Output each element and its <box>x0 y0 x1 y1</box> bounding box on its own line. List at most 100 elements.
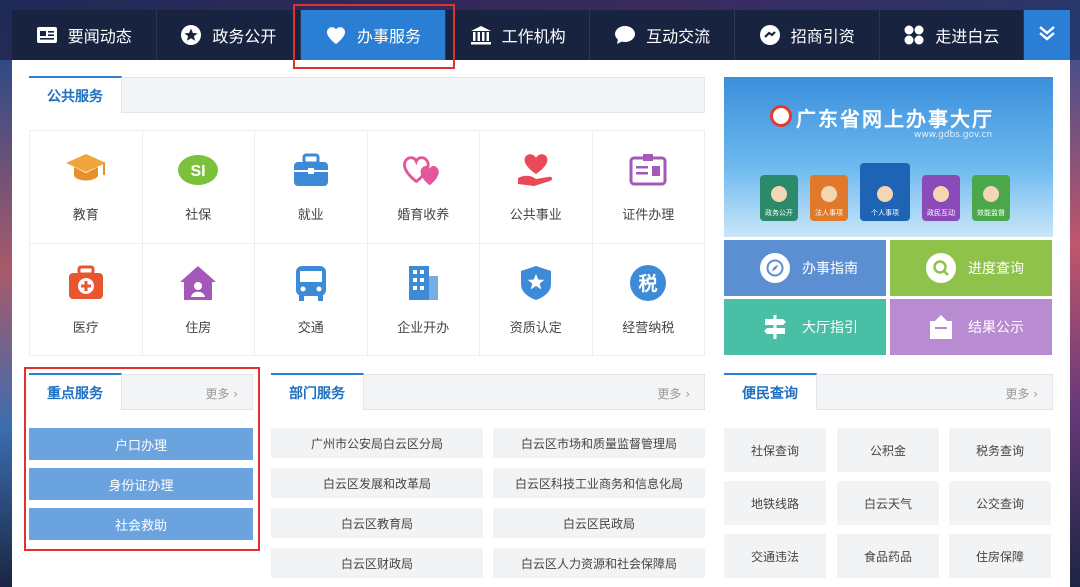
nav-item-investment[interactable]: 招商引资 <box>735 10 880 60</box>
service-public-utilities[interactable]: 公共事业 <box>480 131 593 244</box>
key-services-more-link[interactable]: 更多 › <box>205 385 238 402</box>
service-employment[interactable]: 就业 <box>255 131 368 244</box>
key-service-social-aid[interactable]: 社会救助 <box>29 508 253 540</box>
progress-query-button[interactable]: 进度查询 <box>890 240 1052 296</box>
dept-item[interactable]: 广州市公安局白云区分局 <box>271 428 483 458</box>
civil-query-item[interactable]: 公交查询 <box>949 481 1051 525</box>
service-label: 教育 <box>72 208 99 224</box>
svg-text:SI: SI <box>191 163 206 180</box>
service-transport[interactable]: 交通 <box>255 243 368 356</box>
medical-kit-icon <box>64 263 108 303</box>
nav-label: 工作机构 <box>501 27 566 46</box>
key-services-header: 重点服务 更多 › <box>29 373 253 410</box>
tab-civil-query[interactable]: 便民查询 <box>724 373 817 410</box>
public-services-grid: 教育 SI 社保 就业 婚育收养 公共事业 证件办理 医疗 住房 交通 企业开办… <box>29 130 705 356</box>
nav-expand-button[interactable] <box>1024 10 1071 60</box>
person-icon <box>983 186 999 202</box>
banner-tile-personal[interactable]: 个人事项 <box>860 163 910 221</box>
graduation-cap-icon <box>64 150 108 190</box>
star-icon <box>180 24 202 46</box>
hand-heart-icon <box>514 150 558 190</box>
tax-icon: 税 <box>626 263 670 303</box>
nav-item-interaction[interactable]: 互动交流 <box>590 10 735 60</box>
dept-item[interactable]: 白云区发展和改革局 <box>271 468 483 498</box>
nav-item-gov-affairs[interactable]: 政务公开 <box>157 10 302 60</box>
gdbs-banner[interactable]: 广东省网上办事大厅 www.gdbs.gov.cn 政务公开 法人事项 个人事项… <box>724 77 1053 237</box>
signpost-icon <box>760 312 790 342</box>
civil-query-item[interactable]: 社保查询 <box>724 428 826 472</box>
civil-query-item[interactable]: 交通违法 <box>724 534 826 578</box>
heart-icon <box>325 24 347 46</box>
nav-item-services[interactable]: 办事服务 <box>301 10 446 60</box>
civil-query-item[interactable]: 白云天气 <box>837 481 939 525</box>
hall-guide-button[interactable]: 大厅指引 <box>724 299 886 355</box>
service-business-setup[interactable]: 企业开办 <box>367 243 480 356</box>
gdbs-logo-icon <box>770 105 792 127</box>
civil-query-item[interactable]: 公积金 <box>837 428 939 472</box>
dept-item[interactable]: 白云区财政局 <box>271 548 483 578</box>
result-notice-button-label: 结果公示 <box>968 320 1024 336</box>
shop-icon <box>926 312 956 342</box>
service-label: 公共事业 <box>509 208 562 224</box>
service-social-security[interactable]: SI 社保 <box>142 131 255 244</box>
guide-button-label: 办事指南 <box>802 261 858 277</box>
dept-services-more-link[interactable]: 更多 › <box>657 385 690 402</box>
social-security-icon: SI <box>176 150 220 190</box>
chevron-double-down-icon <box>1038 25 1056 45</box>
banner-tiles: 政务公开 法人事项 个人事项 政民互动 效能监督 <box>760 163 1010 221</box>
dept-services-header: 部门服务 更多 › <box>271 373 705 410</box>
dept-item[interactable]: 白云区科技工业商务和信息化局 <box>493 468 705 498</box>
service-education[interactable]: 教育 <box>30 131 143 244</box>
banner-tile-gov-affairs[interactable]: 政务公开 <box>760 175 798 221</box>
banner-tile-supervision[interactable]: 效能监督 <box>972 175 1010 221</box>
nav-label: 招商引资 <box>790 27 855 46</box>
background-left-edge <box>0 60 12 587</box>
service-label: 住房 <box>185 320 212 336</box>
office-building-icon <box>401 263 445 303</box>
civil-query-header: 便民查询 更多 › <box>724 373 1053 410</box>
dept-item[interactable]: 白云区民政局 <box>493 508 705 538</box>
tab-dept-services[interactable]: 部门服务 <box>271 373 364 410</box>
building-icon <box>470 24 492 46</box>
id-card-icon <box>626 150 670 190</box>
nav-label: 政务公开 <box>212 27 277 46</box>
tab-key-services[interactable]: 重点服务 <box>29 373 122 410</box>
hearts-icon <box>401 150 445 190</box>
nav-item-agencies[interactable]: 工作机构 <box>446 10 591 60</box>
service-label: 交通 <box>297 320 324 336</box>
service-certificates[interactable]: 证件办理 <box>592 131 705 244</box>
service-tax[interactable]: 税 经营纳税 <box>592 243 705 356</box>
main-panel: 公共服务 教育 SI 社保 就业 婚育收养 公共事业 证件办理 医疗 住房 交通… <box>12 60 1070 587</box>
hall-guide-button-label: 大厅指引 <box>802 320 858 336</box>
nav-label: 要闻动态 <box>67 27 132 46</box>
compass-icon <box>760 253 790 283</box>
dept-item[interactable]: 白云区市场和质量监督管理局 <box>493 428 705 458</box>
dept-item[interactable]: 白云区人力资源和社会保障局 <box>493 548 705 578</box>
banner-tile-legal-person[interactable]: 法人事项 <box>810 175 848 221</box>
briefcase-icon <box>289 150 333 190</box>
result-notice-button[interactable]: 结果公示 <box>890 299 1052 355</box>
nav-item-about-baiyun[interactable]: 走进白云 <box>880 10 1025 60</box>
civil-query-item[interactable]: 食品药品 <box>837 534 939 578</box>
service-qualification[interactable]: 资质认定 <box>480 243 593 356</box>
dept-item[interactable]: 白云区教育局 <box>271 508 483 538</box>
service-housing[interactable]: 住房 <box>142 243 255 356</box>
service-label: 资质认定 <box>509 320 562 336</box>
civil-query-more-link[interactable]: 更多 › <box>1005 385 1038 402</box>
banner-url: www.gdbs.gov.cn <box>914 130 993 140</box>
nav-label: 办事服务 <box>356 27 421 46</box>
key-service-household[interactable]: 户口办理 <box>29 428 253 460</box>
banner-tile-interaction[interactable]: 政民互动 <box>922 175 960 221</box>
service-medical[interactable]: 医疗 <box>30 243 143 356</box>
key-service-id-card[interactable]: 身份证办理 <box>29 468 253 500</box>
tab-public-services[interactable]: 公共服务 <box>29 76 122 113</box>
service-marriage-adoption[interactable]: 婚育收养 <box>367 131 480 244</box>
civil-query-item[interactable]: 住房保障 <box>949 534 1051 578</box>
nav-label: 走进白云 <box>935 27 1000 46</box>
guide-button[interactable]: 办事指南 <box>724 240 886 296</box>
civil-query-item[interactable]: 地铁线路 <box>724 481 826 525</box>
civil-query-item[interactable]: 税务查询 <box>949 428 1051 472</box>
service-label: 婚育收养 <box>397 208 450 224</box>
newspaper-icon <box>36 24 58 46</box>
nav-item-news[interactable]: 要闻动态 <box>12 10 157 60</box>
